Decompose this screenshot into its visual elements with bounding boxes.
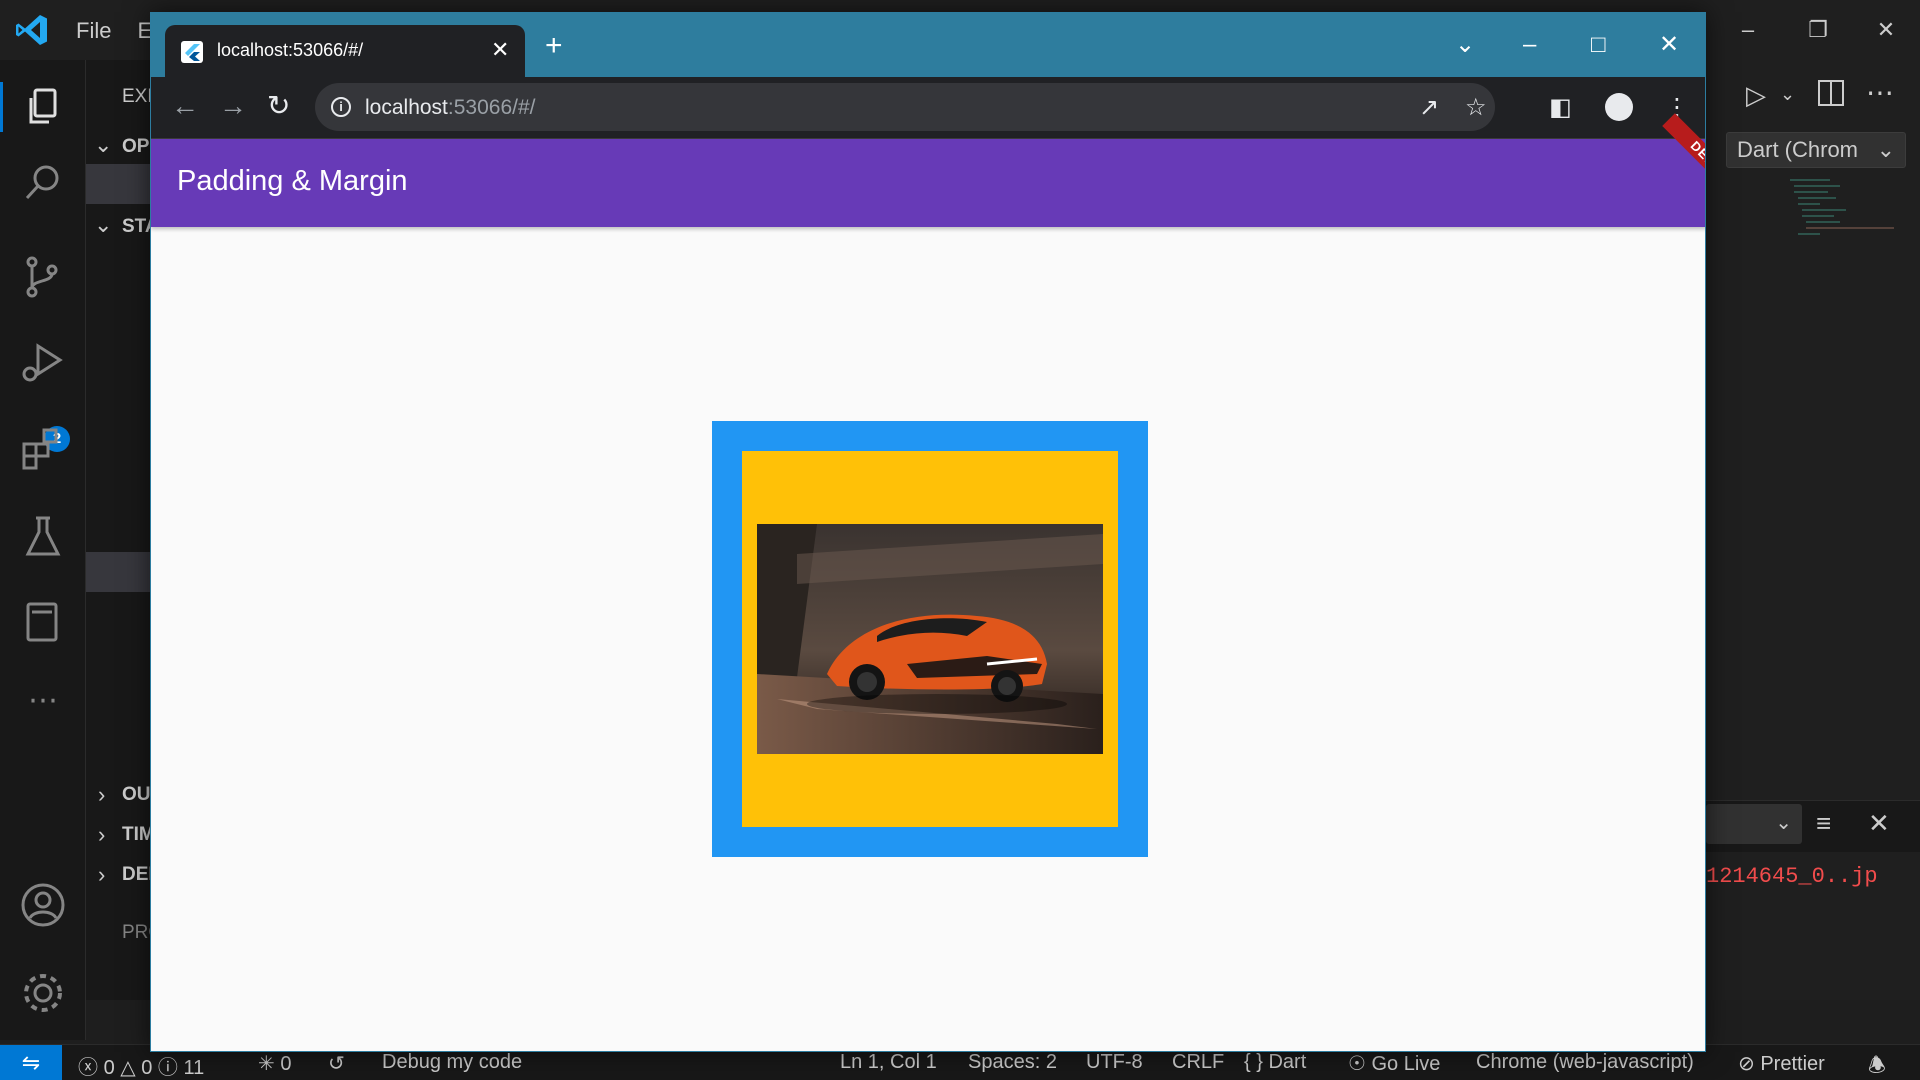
go-live-icon: ☉ <box>1348 1053 1366 1075</box>
dart-device-select[interactable]: Dart (Chrom ⌄ <box>1726 132 1906 168</box>
dependencies-chevron-icon[interactable]: › <box>98 862 105 888</box>
broadcast-icon: ✳ <box>258 1053 275 1075</box>
browser-window: localhost:53066/#/ ✕ + ⌄ – □ ✕ ← → ↻ i l… <box>150 12 1706 1052</box>
info-count: 11 <box>183 1057 205 1079</box>
address-bar[interactable]: i localhost:53066/#/ ↗ ☆ <box>315 83 1495 131</box>
run-icon[interactable]: ▷ <box>1746 80 1766 111</box>
prettier-icon: ⊘ <box>1738 1053 1755 1075</box>
tab-search-chevron-icon[interactable]: ⌄ <box>1455 31 1475 59</box>
run-debug-icon[interactable] <box>18 340 68 390</box>
timeline-chevron-icon[interactable]: › <box>98 822 105 848</box>
prettier-label: Prettier <box>1760 1053 1825 1075</box>
browser-toolbar: ← → ↻ i localhost:53066/#/ ↗ ☆ ◧ ⋮ <box>151 77 1705 139</box>
explorer-sidebar: EXP ⌄ OP ⌄ STA › OU › TIM › DEI PRO › <box>86 60 163 1080</box>
back-arrow-icon[interactable]: ← <box>171 91 199 121</box>
url-text[interactable]: localhost:53066/#/ <box>365 96 535 120</box>
browser-tab[interactable]: localhost:53066/#/ ✕ <box>165 25 525 77</box>
panel-output-select[interactable]: ⌄ <box>1706 804 1802 844</box>
browser-maximize-icon[interactable]: □ <box>1591 31 1606 59</box>
url-host: localhost <box>365 96 448 119</box>
source-control-icon[interactable] <box>18 252 68 302</box>
remote-indicator-icon[interactable]: ⇋ <box>0 1045 62 1080</box>
braces-icon: { } <box>1244 1051 1263 1073</box>
indentation[interactable]: Spaces: 2 <box>968 1051 1057 1074</box>
split-editor-icon[interactable] <box>1818 80 1844 106</box>
forward-arrow-icon[interactable]: → <box>219 91 247 121</box>
ports-count: 0 <box>280 1053 292 1075</box>
flutter-favicon-icon <box>181 41 203 63</box>
go-live-label: Go Live <box>1371 1053 1441 1075</box>
app-title: Padding & Margin <box>177 165 408 197</box>
error-icon: ⓧ <box>78 1057 98 1079</box>
go-live-button[interactable]: ☉ Go Live <box>1348 1051 1440 1076</box>
profile-avatar-icon[interactable] <box>1605 93 1633 121</box>
outline-header[interactable]: OU <box>122 784 151 806</box>
dart-device-label: Dart (Chrom <box>1737 137 1859 162</box>
dependencies-header[interactable]: DEI <box>122 864 154 886</box>
ports-status[interactable]: ✳ 0 <box>258 1051 291 1076</box>
debug-launch-icon[interactable]: ↺ <box>328 1051 345 1076</box>
warning-count: 0 <box>141 1057 153 1079</box>
site-info-icon[interactable]: i <box>331 97 351 117</box>
tab-close-icon[interactable]: ✕ <box>491 37 509 63</box>
app-bar: Padding & Margin <box>151 139 1705 227</box>
problems-status[interactable]: ⓧ 0 △ 0 ⓘ 11 <box>78 1051 204 1080</box>
outline-chevron-icon[interactable]: › <box>98 782 105 808</box>
menu-file[interactable]: File <box>76 18 111 44</box>
accounts-icon[interactable] <box>18 880 68 930</box>
clear-output-icon[interactable]: ≡ <box>1816 808 1831 839</box>
vscode-logo-icon <box>14 12 50 48</box>
panel-output-text: 1214645_0..jp <box>1706 864 1878 889</box>
browser-minimize-icon[interactable]: – <box>1523 31 1536 59</box>
notifications-bell-icon[interactable]: 🕭 <box>1868 1051 1886 1080</box>
prettier-button[interactable]: ⊘ Prettier <box>1738 1051 1825 1076</box>
close-panel-icon[interactable]: ✕ <box>1868 808 1890 839</box>
vscode-minimize-icon[interactable]: – <box>1734 16 1762 44</box>
info-icon: ⓘ <box>157 1057 178 1079</box>
dart-select-chevron-icon: ⌄ <box>1876 137 1895 162</box>
vscode-menu-bar: File E <box>76 18 152 44</box>
language-mode[interactable]: { } Dart <box>1244 1051 1306 1074</box>
new-tab-icon[interactable]: + <box>545 31 563 61</box>
search-icon[interactable] <box>18 158 68 208</box>
open-editors-chevron-icon[interactable]: ⌄ <box>94 132 112 158</box>
activity-bar: 2 ⋯ <box>0 60 86 1040</box>
warning-icon: △ <box>120 1057 136 1079</box>
outer-margin-container <box>712 421 1148 857</box>
url-path: :53066/#/ <box>447 96 536 119</box>
reload-icon[interactable]: ↻ <box>267 91 290 121</box>
language-label: Dart <box>1268 1051 1307 1073</box>
selected-file-row[interactable] <box>86 552 156 592</box>
browser-tab-strip: localhost:53066/#/ ✕ + ⌄ – □ ✕ <box>151 13 1705 77</box>
explorer-icon[interactable] <box>0 82 86 132</box>
error-count: 0 <box>103 1057 115 1079</box>
browser-close-icon[interactable]: ✕ <box>1659 31 1679 59</box>
extensions-icon[interactable] <box>18 424 68 474</box>
encoding[interactable]: UTF-8 <box>1086 1051 1143 1074</box>
panel-select-chevron-icon: ⌄ <box>1775 812 1792 834</box>
more-views-icon[interactable]: ⋯ <box>18 686 68 736</box>
car-image <box>757 524 1103 754</box>
bookmark-star-icon[interactable]: ☆ <box>1465 93 1487 122</box>
testing-icon[interactable] <box>18 512 68 562</box>
debug-target[interactable]: Chrome (web-javascript) <box>1476 1051 1694 1074</box>
workspace-chevron-icon[interactable]: ⌄ <box>94 212 112 238</box>
more-actions-icon[interactable]: ⋯ <box>1866 76 1894 109</box>
vscode-restore-icon[interactable]: ❐ <box>1804 16 1832 44</box>
open-editor-row[interactable] <box>86 164 156 204</box>
car-illustration <box>757 524 1103 754</box>
vscode-close-icon[interactable]: ✕ <box>1872 16 1900 44</box>
share-icon[interactable]: ↗ <box>1419 93 1439 122</box>
run-dropdown-chevron-icon[interactable]: ⌄ <box>1780 84 1795 105</box>
line-endings[interactable]: CRLF <box>1172 1051 1224 1074</box>
settings-gear-icon[interactable] <box>18 968 68 1018</box>
side-panel-icon[interactable]: ◧ <box>1549 93 1572 122</box>
debug-config-label[interactable]: Debug my code <box>382 1051 522 1074</box>
cursor-position[interactable]: Ln 1, Col 1 <box>840 1051 937 1074</box>
tab-title: localhost:53066/#/ <box>217 40 364 60</box>
code-minimap[interactable] <box>1790 176 1900 256</box>
notebook-icon[interactable] <box>18 598 68 648</box>
open-editors-header[interactable]: OP <box>122 136 149 158</box>
inner-padding-container <box>742 451 1118 827</box>
